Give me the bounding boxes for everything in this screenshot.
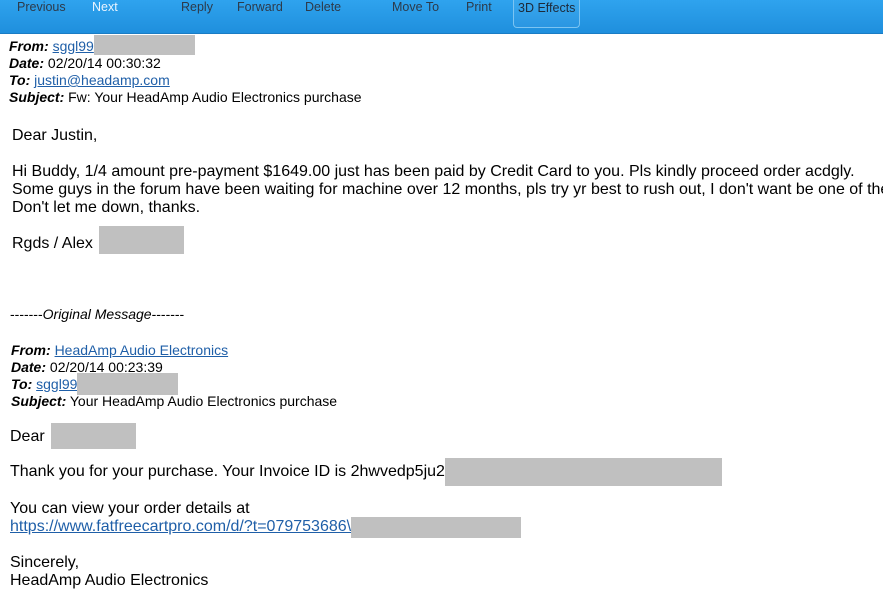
date-label: Date:	[11, 359, 47, 375]
body-line: Some guys in the forum have been waiting…	[12, 181, 883, 198]
redaction-box	[77, 373, 179, 395]
subject-label: Subject:	[9, 89, 65, 105]
from-sender-link[interactable]: sggl99	[53, 38, 94, 54]
company-name: HeadAmp Audio Electronics	[10, 572, 209, 589]
toolbar: Previous Next Reply Forward Delete Move …	[0, 0, 883, 34]
next-button[interactable]: Next	[92, 0, 118, 16]
move-to-button[interactable]: Move To	[392, 0, 439, 16]
to-recipient-link[interactable]: justin@headamp.com	[34, 72, 170, 88]
subject-row: Subject: Fw: Your HeadAmp Audio Electron…	[9, 89, 362, 106]
to-label: To:	[9, 72, 31, 88]
greeting-text: Dear	[10, 428, 45, 445]
from-sender-link[interactable]: HeadAmp Audio Electronics	[55, 342, 229, 358]
3d-effects-button[interactable]: 3D Effects	[513, 0, 581, 28]
subject-value: Your HeadAmp Audio Electronics purchase	[69, 393, 338, 409]
to-row: To: sggl99	[11, 373, 337, 395]
signoff: Rgds / Alex	[12, 226, 185, 254]
forward-button[interactable]: Forward	[237, 0, 283, 16]
order-details-link[interactable]: https://www.fatfreecartpro.com/d/?t=0797…	[10, 518, 351, 535]
date-row: Date: 02/20/14 00:30:32	[9, 55, 362, 72]
reply-button[interactable]: Reply	[181, 0, 213, 16]
redaction-box	[351, 517, 522, 538]
from-label: From:	[11, 342, 51, 358]
subject-label: Subject:	[11, 393, 67, 409]
date-label: Date:	[9, 55, 45, 71]
from-row: From: sggl99	[9, 35, 362, 55]
redaction-box	[444, 458, 722, 486]
from-label: From:	[9, 38, 49, 54]
divider-label: Original Message	[42, 306, 152, 322]
date-value: 02/20/14 00:30:32	[47, 55, 161, 71]
subject-row: Subject: Your HeadAmp Audio Electronics …	[11, 393, 337, 410]
body-line: Don't let me down, thanks.	[12, 199, 201, 216]
original-message-divider: -------Original Message-------	[10, 306, 184, 323]
original-greeting: Dear	[10, 423, 137, 449]
redaction-box	[51, 423, 137, 449]
delete-button[interactable]: Delete	[305, 0, 341, 16]
redaction-box	[99, 226, 185, 254]
details-link-line: https://www.fatfreecartpro.com/d/?t=0797…	[10, 517, 522, 538]
forwarded-header: From: sggl99 Date: 02/20/14 00:30:32 To:…	[9, 35, 362, 106]
signoff-text: Rgds / Alex	[12, 235, 93, 252]
invoice-line: Thank you for your purchase. Your Invoic…	[10, 458, 722, 486]
previous-button[interactable]: Previous	[17, 0, 66, 16]
subject-value: Fw: Your HeadAmp Audio Electronics purch…	[68, 89, 362, 105]
to-row: To: justin@headamp.com	[9, 72, 362, 89]
details-line: You can view your order details at	[10, 500, 250, 517]
closing: Sincerely,	[10, 554, 80, 571]
print-button[interactable]: Print	[466, 0, 492, 16]
redaction-box	[93, 35, 195, 55]
from-row: From: HeadAmp Audio Electronics	[11, 342, 337, 359]
body-line: Hi Buddy, 1/4 amount pre-payment $1649.0…	[12, 163, 855, 180]
greeting: Dear Justin,	[12, 127, 98, 144]
invoice-text: Thank you for your purchase. Your Invoic…	[10, 463, 445, 480]
original-header: From: HeadAmp Audio Electronics Date: 02…	[11, 342, 337, 410]
to-label: To:	[11, 376, 33, 392]
divider-dashes: -------	[151, 306, 185, 322]
to-recipient-link[interactable]: sggl99	[36, 376, 77, 392]
divider-dashes: -------	[10, 306, 43, 322]
